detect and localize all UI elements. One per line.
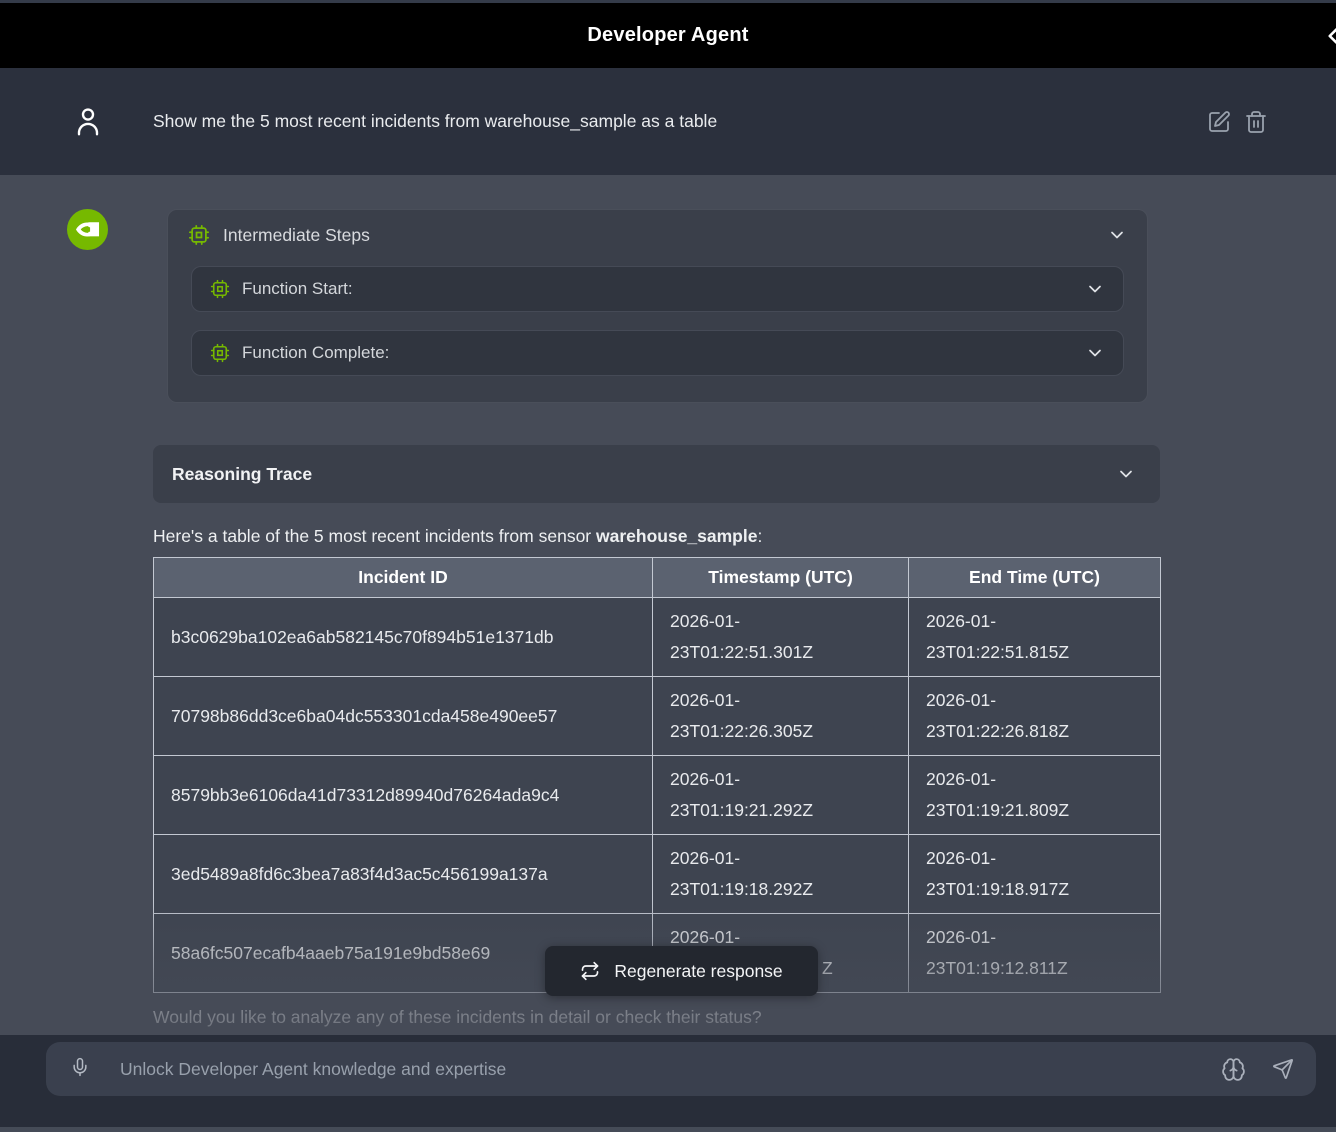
chevron-down-icon [1085,343,1105,363]
incident-id-cell: 3ed5489a8fd6c3bea7a83f4d3ac5c456199a137a [154,835,653,914]
end-time-cell: 2026-01-23T01:19:18.917Z [909,835,1161,914]
column-header-timestamp: Timestamp (UTC) [653,558,909,598]
top-bar: Developer Agent [0,0,1336,68]
incidents-table: Incident ID Timestamp (UTC) End Time (UT… [153,557,1161,993]
answer-intro-sensor-name: warehouse_sample [596,526,757,546]
message-input-container [46,1042,1316,1096]
developer-agent-app: Developer Agent Show me the 5 most recen… [0,0,1336,1132]
page-title: Developer Agent [587,24,748,47]
function-complete-toggle[interactable]: Function Complete: [191,330,1124,376]
incident-id-cell: 8579bb3e6106da41d73312d89940d76264ada9c4 [154,756,653,835]
end-time-cell: 2026-01-23T01:19:12.811Z [909,914,1161,993]
table-row: 8579bb3e6106da41d73312d89940d76264ada9c4… [154,756,1161,835]
answer-intro-suffix: : [757,526,762,546]
column-header-incident-id: Incident ID [154,558,653,598]
user-message-row: Show me the 5 most recent incidents from… [0,68,1336,175]
trash-icon [1244,110,1268,134]
agent-message: Intermediate Steps Function Start: [153,209,1160,1035]
nvidia-logo-icon [67,209,108,250]
edit-icon [1207,110,1231,134]
intermediate-steps-panel: Intermediate Steps Function Start: [167,209,1148,403]
incident-id-cell: b3c0629ba102ea6ab582145c70f894b51e1371db [154,598,653,677]
table-row: b3c0629ba102ea6ab582145c70f894b51e1371db… [154,598,1161,677]
table-row: 70798b86dd3ce6ba04dc553301cda458e490ee57… [154,677,1161,756]
delete-message-button[interactable] [1244,110,1268,134]
end-time-cell: 2026-01-23T01:22:51.815Z [909,598,1161,677]
brain-icon[interactable] [1221,1057,1246,1082]
end-time-cell: 2026-01-23T01:22:26.818Z [909,677,1161,756]
table-row: 3ed5489a8fd6c3bea7a83f4d3ac5c456199a137a… [154,835,1161,914]
chip-icon [210,343,230,363]
answer-intro: Here's a table of the 5 most recent inci… [153,526,1160,547]
intermediate-steps-label: Intermediate Steps [223,225,370,246]
column-header-end-time: End Time (UTC) [909,558,1161,598]
chevron-down-icon [1107,225,1127,245]
function-start-label: Function Start: [242,279,353,299]
user-message-text: Show me the 5 most recent incidents from… [153,111,1207,132]
chevron-down-icon [1085,279,1105,299]
chip-icon [210,279,230,299]
send-icon[interactable] [1272,1058,1294,1080]
timestamp-cell: 2026-01-23T01:19:21.292Z [653,756,909,835]
end-time-cell: 2026-01-23T01:19:21.809Z [909,756,1161,835]
chevron-left-icon[interactable] [1320,23,1336,49]
person-icon [73,105,103,139]
regenerate-response-label: Regenerate response [614,961,782,982]
function-start-toggle[interactable]: Function Start: [191,266,1124,312]
microphone-icon[interactable] [70,1057,90,1081]
chevron-down-icon [1116,464,1136,484]
timestamp-cell: 2026-01-23T01:22:51.301Z [653,598,909,677]
reasoning-trace-label: Reasoning Trace [172,464,312,485]
table-header-row: Incident ID Timestamp (UTC) End Time (UT… [154,558,1161,598]
timestamp-cell: 2026-01-23T01:22:26.305Z [653,677,909,756]
function-complete-label: Function Complete: [242,343,389,363]
bottom-edge-strip [0,1127,1336,1132]
timestamp-cell: 2026-01-23T01:19:18.292Z [653,835,909,914]
repeat-icon [580,961,600,981]
edit-message-button[interactable] [1207,110,1231,134]
intermediate-steps-toggle[interactable]: Intermediate Steps [168,210,1147,260]
followup-question: Would you like to analyze any of these i… [153,1007,1160,1028]
message-input[interactable] [120,1059,1221,1080]
reasoning-trace-toggle[interactable]: Reasoning Trace [153,445,1160,503]
regenerate-response-button[interactable]: Regenerate response [545,946,818,996]
chip-icon [188,224,210,246]
agent-response-area: Intermediate Steps Function Start: [0,175,1336,1035]
incident-id-cell: 70798b86dd3ce6ba04dc553301cda458e490ee57 [154,677,653,756]
answer-intro-prefix: Here's a table of the 5 most recent inci… [153,526,596,546]
composer-bar [0,1035,1336,1127]
message-actions [1207,110,1268,134]
